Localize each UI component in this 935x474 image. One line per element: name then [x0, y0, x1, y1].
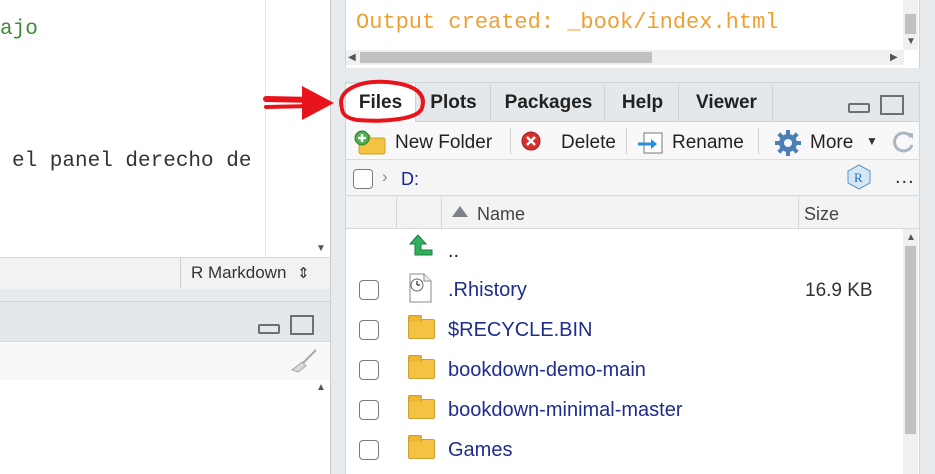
broom-icon[interactable]: [288, 348, 318, 374]
console-output[interactable]: [0, 380, 330, 474]
pane-splitter[interactable]: [0, 289, 330, 301]
folder-name-link[interactable]: Games: [448, 439, 512, 462]
scroll-up-arrow-icon[interactable]: ▲: [316, 382, 326, 393]
r-project-icon[interactable]: R: [846, 164, 872, 190]
minimize-pane-icon[interactable]: [848, 103, 870, 113]
table-row[interactable]: Games: [346, 430, 903, 470]
scrollbar-thumb[interactable]: [905, 14, 916, 34]
column-divider: [441, 197, 442, 229]
sort-ascending-icon[interactable]: [452, 206, 468, 217]
column-divider: [798, 197, 799, 229]
chevron-right-icon: ›: [382, 167, 388, 186]
column-header-name[interactable]: Name: [477, 204, 525, 225]
console-header: [0, 301, 330, 342]
table-row[interactable]: bookdown-demo-main: [346, 350, 903, 390]
scroll-left-arrow-icon[interactable]: ◀: [348, 52, 356, 63]
path-bar: [345, 160, 920, 196]
red-annotation-arrow: [263, 79, 425, 123]
new-folder-icon[interactable]: [353, 130, 389, 156]
go-up-arrow-icon[interactable]: [408, 233, 434, 259]
rename-icon[interactable]: [636, 131, 666, 155]
file-size: 16.9 KB: [805, 280, 873, 301]
folder-name-link[interactable]: bookdown-demo-main: [448, 359, 646, 382]
row-checkbox[interactable]: [359, 360, 379, 380]
row-checkbox[interactable]: [359, 400, 379, 420]
path-drive-link[interactable]: D:: [401, 169, 419, 190]
render-output-message: Output created: _book/index.html: [356, 10, 779, 35]
scrollbar-thumb[interactable]: [360, 52, 652, 63]
tab-help[interactable]: Help: [607, 84, 679, 121]
column-divider: [396, 197, 397, 229]
margin-line: [265, 0, 266, 257]
scroll-up-arrow-icon[interactable]: ▲: [906, 232, 916, 243]
editor-code-line: ajo: [0, 18, 38, 41]
gear-icon[interactable]: [774, 129, 802, 157]
document-type-select[interactable]: R Markdown ⇕: [180, 258, 330, 288]
table-row[interactable]: bookdown-minimal-master: [346, 390, 903, 430]
refresh-icon[interactable]: [890, 130, 916, 156]
maximize-pane-icon[interactable]: [290, 315, 314, 335]
scrollbar-thumb[interactable]: [905, 246, 916, 434]
new-folder-button[interactable]: New Folder: [395, 132, 492, 154]
minimize-pane-icon[interactable]: [258, 324, 280, 334]
delete-icon[interactable]: [520, 130, 542, 152]
chevron-down-icon[interactable]: ▼: [866, 134, 878, 148]
tab-viewer[interactable]: Viewer: [681, 84, 773, 121]
more-button[interactable]: More: [810, 132, 853, 154]
folder-icon: [408, 395, 435, 419]
table-row[interactable]: $RECYCLE.BIN: [346, 310, 903, 350]
history-file-icon: [409, 273, 432, 303]
row-checkbox[interactable]: [359, 280, 379, 300]
parent-directory-link[interactable]: ..: [448, 240, 459, 263]
column-header-size[interactable]: Size: [804, 204, 839, 225]
delete-button[interactable]: Delete: [561, 132, 616, 154]
scroll-down-arrow-icon[interactable]: ▼: [906, 36, 916, 47]
toolbar-separator: [510, 128, 511, 154]
pane-divider[interactable]: [330, 0, 331, 474]
folder-name-link[interactable]: bookdown-minimal-master: [448, 399, 683, 422]
toolbar-separator: [626, 128, 627, 154]
row-checkbox[interactable]: [359, 440, 379, 460]
file-name-link[interactable]: .Rhistory: [448, 279, 527, 302]
updown-arrows-icon: ⇕: [297, 265, 310, 282]
scroll-right-arrow-icon[interactable]: ▶: [890, 52, 898, 63]
folder-name-link[interactable]: $RECYCLE.BIN: [448, 319, 593, 342]
folder-icon: [408, 435, 435, 459]
folder-icon: [408, 355, 435, 379]
row-checkbox[interactable]: [359, 320, 379, 340]
scroll-down-arrow-icon[interactable]: ▼: [316, 243, 326, 254]
folder-icon: [408, 315, 435, 339]
tab-packages[interactable]: Packages: [493, 84, 605, 121]
toolbar-separator: [758, 128, 759, 154]
rename-button[interactable]: Rename: [672, 132, 744, 154]
svg-text:R: R: [854, 170, 863, 185]
document-type-label: R Markdown: [191, 263, 287, 282]
maximize-pane-icon[interactable]: [880, 95, 904, 115]
table-row[interactable]: .Rhistory 16.9 KB: [346, 270, 903, 310]
select-all-checkbox[interactable]: [353, 169, 373, 189]
more-options-button[interactable]: ...: [895, 166, 915, 189]
editor-code-line: el panel derecho de: [12, 150, 252, 173]
console-toolbar: [0, 341, 330, 381]
